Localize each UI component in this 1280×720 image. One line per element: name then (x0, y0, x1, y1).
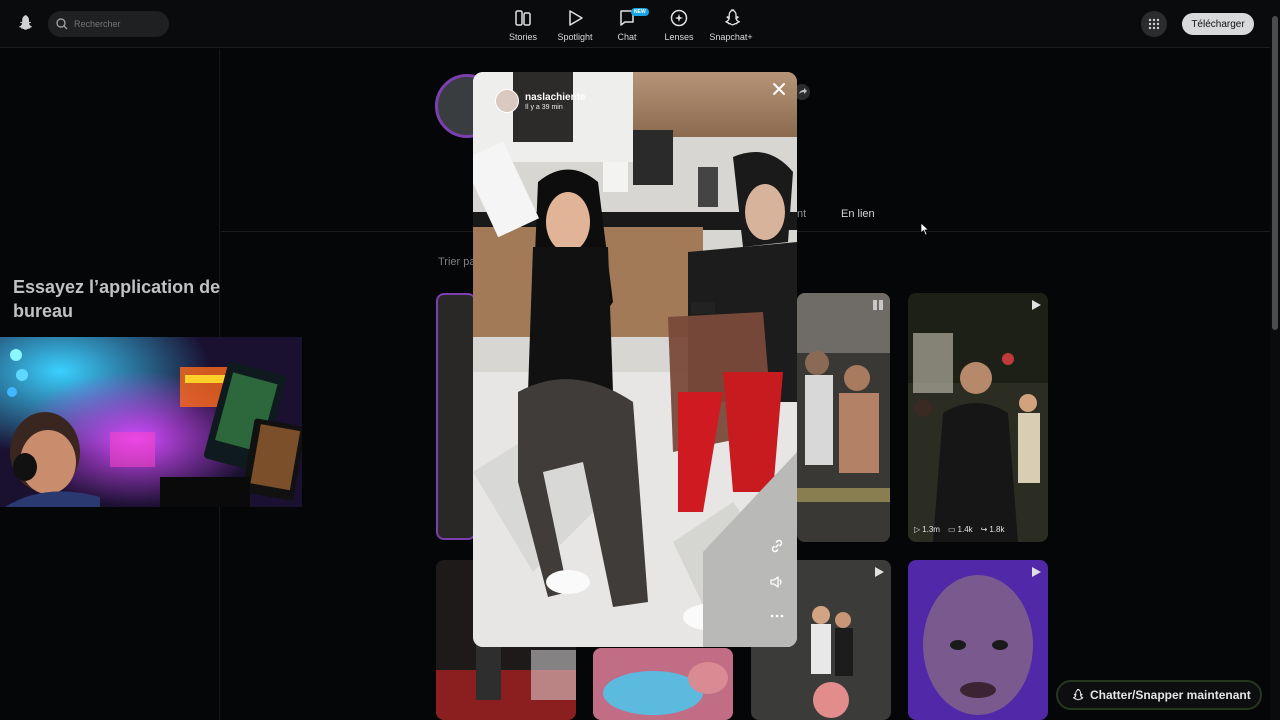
lenses-icon (670, 9, 688, 27)
comments-count: 1.4k (957, 525, 973, 534)
mouse-cursor-icon (920, 222, 930, 236)
play-icon (875, 567, 884, 577)
post-time: Il y a 39 min (525, 103, 563, 111)
author-username[interactable]: naslachiente (525, 92, 586, 103)
story-author[interactable]: naslachiente Il y a 39 min (495, 89, 586, 113)
webcam-scene-image (0, 337, 302, 507)
views-count: 1.3m (922, 525, 940, 534)
snapchat-web-page: { "topbar": { "search_placeholder": "Rec… (0, 0, 1280, 720)
shares-count: 1.8k (989, 525, 1005, 534)
play-icon (1032, 567, 1041, 577)
page-scrollbar[interactable] (1270, 0, 1280, 720)
shares-stat: ↪ 1.8k (980, 525, 1005, 534)
card-stats: ▷ 1.3m ▭ 1.4k ↪ 1.8k (914, 525, 1004, 534)
download-button[interactable]: Télécharger (1182, 13, 1254, 35)
snapchat-ghost-icon[interactable] (14, 13, 34, 33)
views-stat: ▷ 1.3m (914, 525, 940, 534)
story-viewer-modal[interactable]: naslachiente Il y a 39 min (473, 72, 797, 647)
nav-stories-label: Stories (508, 32, 537, 42)
search-icon (56, 18, 68, 30)
play-icon (873, 300, 883, 310)
scrollbar-thumb[interactable] (1272, 16, 1278, 330)
sort-label[interactable]: Trier pa (438, 256, 476, 268)
streamer-webcam-overlay (0, 337, 302, 507)
nav-lenses-label: Lenses (664, 32, 694, 42)
nav-stories[interactable]: Stories (493, 8, 553, 46)
search-input[interactable] (74, 19, 159, 29)
spotlight-play-icon (569, 10, 583, 26)
card-thumbnail (797, 293, 890, 542)
nav-chat[interactable]: NEW Chat (597, 8, 657, 46)
spotlight-card[interactable] (908, 560, 1048, 720)
spotlight-card[interactable] (593, 648, 733, 720)
chat-snap-now-button[interactable]: Chatter/Snapper maintenant (1056, 680, 1262, 710)
search-bar[interactable] (48, 11, 169, 37)
card-thumbnail (593, 648, 733, 720)
copy-link-icon[interactable] (769, 538, 785, 554)
desktop-app-promo-title: Essayez l’application de bureau (13, 277, 221, 321)
spotlight-card[interactable] (797, 293, 890, 542)
top-navigation-bar: Stories Spotlight NEW Chat Lenses Snapch… (0, 0, 1270, 48)
apps-grid-icon (1148, 18, 1160, 30)
profile-tab-partial[interactable]: nt (797, 208, 806, 220)
chat-bubble-icon (1072, 689, 1084, 701)
spotlight-card[interactable]: ▷ 1.3m ▭ 1.4k ↪ 1.8k (908, 293, 1048, 542)
play-icon (1032, 300, 1041, 310)
nav-snapchat-plus[interactable]: Snapchat+ (701, 8, 761, 46)
stories-icon (515, 10, 531, 26)
apps-grid-button[interactable] (1141, 11, 1167, 37)
card-thumbnail (908, 560, 1048, 720)
nav-lenses[interactable]: Lenses (649, 8, 709, 46)
card-thumbnail (908, 293, 1048, 542)
more-options-icon[interactable] (769, 608, 785, 624)
story-video-frame[interactable] (473, 72, 797, 647)
spotlight-card[interactable] (436, 293, 476, 540)
tab-en-lien[interactable]: En lien (841, 208, 875, 220)
chat-button-label: Chatter/Snapper maintenant (1090, 688, 1251, 702)
nav-spotlight[interactable]: Spotlight (545, 8, 605, 46)
nav-chat-label: Chat (617, 32, 637, 42)
nav-snapchat-plus-label: Snapchat+ (709, 32, 753, 42)
close-icon[interactable] (771, 81, 787, 97)
author-avatar[interactable] (495, 89, 519, 113)
snapchat-plus-icon (725, 9, 741, 26)
new-badge: NEW (631, 8, 649, 16)
comments-stat: ▭ 1.4k (947, 525, 973, 534)
volume-icon[interactable] (769, 574, 785, 590)
nav-spotlight-label: Spotlight (557, 32, 593, 42)
